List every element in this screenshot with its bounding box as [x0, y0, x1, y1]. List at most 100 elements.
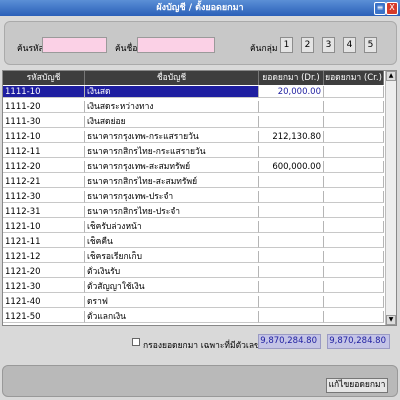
cell-name[interactable]: ธนาคารกสิกรไทย-กระแสรายวัน — [85, 146, 259, 158]
cell-name[interactable]: เช็ครับล่วงหน้า — [85, 221, 259, 233]
table-row[interactable]: 1121-10 เช็ครับล่วงหน้า — [3, 221, 384, 233]
cell-code[interactable]: 1112-31 — [3, 206, 85, 218]
cell-cr[interactable] — [324, 101, 384, 113]
cell-cr[interactable] — [324, 221, 384, 233]
cell-code[interactable]: 1121-50 — [3, 311, 85, 323]
table-row[interactable]: 1121-20 ตั๋วเงินรับ — [3, 266, 384, 278]
cell-code[interactable]: 1112-20 — [3, 161, 85, 173]
cell-code[interactable]: 1121-40 — [3, 296, 85, 308]
cell-cr[interactable] — [324, 266, 384, 278]
column-header-name[interactable]: ชื่อบัญชี — [85, 71, 259, 85]
edit-opening-balance-button[interactable]: แก้ไขยอดยกมา — [326, 378, 388, 393]
search-code-input[interactable] — [42, 37, 107, 53]
table-row[interactable]: 1111-20 เงินสดระหว่างทาง — [3, 101, 384, 113]
cell-dr[interactable] — [259, 221, 324, 233]
cell-dr[interactable] — [259, 191, 324, 203]
group-button-4[interactable]: 4 — [343, 37, 356, 53]
table-row[interactable]: 1111-10 เงินสด 20,000.00 — [3, 86, 384, 98]
group-button-2[interactable]: 2 — [301, 37, 314, 53]
group-button-5[interactable]: 5 — [364, 37, 377, 53]
search-name-input[interactable] — [137, 37, 215, 53]
table-row[interactable]: 1112-31 ธนาคารกสิกรไทย-ประจำ — [3, 206, 384, 218]
cell-code[interactable]: 1121-12 — [3, 251, 85, 263]
cell-dr[interactable]: 600,000.00 — [259, 161, 324, 173]
cell-name[interactable]: ตั๋วเงินรับ — [85, 266, 259, 278]
cell-dr[interactable] — [259, 146, 324, 158]
cell-dr[interactable]: 20,000.00 — [259, 86, 324, 98]
group-button-3[interactable]: 3 — [322, 37, 335, 53]
cell-code[interactable]: 1111-30 — [3, 116, 85, 128]
cell-cr[interactable] — [324, 296, 384, 308]
table-row[interactable]: 1112-20 ธนาคารกรุงเทพ-สะสมทรัพย์ 600,000.0… — [3, 161, 384, 173]
cell-cr[interactable] — [324, 251, 384, 263]
table-row[interactable]: 1121-30 ตั๋วสัญญาใช้เงิน — [3, 281, 384, 293]
search-code-label: ค้นรหัส — [17, 44, 44, 54]
menu-icon[interactable]: ≡ — [374, 2, 386, 15]
cell-name[interactable]: ธนาคารกสิกรไทย-สะสมทรัพย์ — [85, 176, 259, 188]
cell-cr[interactable] — [324, 86, 384, 98]
cell-dr[interactable] — [259, 266, 324, 278]
cell-name[interactable]: ตั๋วแลกเงิน — [85, 311, 259, 323]
column-header-code[interactable]: รหัสบัญชี — [3, 71, 85, 85]
cell-dr[interactable] — [259, 281, 324, 293]
column-header-dr[interactable]: ยอดยกมา (Dr.) — [259, 71, 324, 85]
cell-name[interactable]: เงินสด — [85, 86, 259, 98]
table-row[interactable]: 1121-12 เช็ครอเรียกเก็บ — [3, 251, 384, 263]
table-row[interactable]: 1112-10 ธนาคารกรุงเทพ-กระแสรายวัน 212,130.… — [3, 131, 384, 143]
table-row[interactable]: 1121-40 ดราฟ — [3, 296, 384, 308]
cell-cr[interactable] — [324, 281, 384, 293]
cell-code[interactable]: 1112-30 — [3, 191, 85, 203]
cell-name[interactable]: เงินสดระหว่างทาง — [85, 101, 259, 113]
cell-code[interactable]: 1121-20 — [3, 266, 85, 278]
cell-name[interactable]: เช็คคืน — [85, 236, 259, 248]
cell-cr[interactable] — [324, 191, 384, 203]
cell-name[interactable]: เช็ครอเรียกเก็บ — [85, 251, 259, 263]
column-header-cr[interactable]: ยอดยกมา (Cr.) — [324, 71, 384, 85]
cell-cr[interactable] — [324, 131, 384, 143]
cell-dr[interactable] — [259, 236, 324, 248]
cell-code[interactable]: 1112-21 — [3, 176, 85, 188]
cell-code[interactable]: 1112-11 — [3, 146, 85, 158]
table-row[interactable]: 1121-11 เช็คคืน — [3, 236, 384, 248]
cell-cr[interactable] — [324, 206, 384, 218]
cell-code[interactable]: 1112-10 — [3, 131, 85, 143]
table-row[interactable]: 1112-21 ธนาคารกสิกรไทย-สะสมทรัพย์ — [3, 176, 384, 188]
cell-dr[interactable] — [259, 296, 324, 308]
cell-code[interactable]: 1121-30 — [3, 281, 85, 293]
cell-name[interactable]: ธนาคารกรุงเทพ-สะสมทรัพย์ — [85, 161, 259, 173]
table-row[interactable]: 1112-11 ธนาคารกสิกรไทย-กระแสรายวัน — [3, 146, 384, 158]
table-row[interactable]: 1111-30 เงินสดย่อย — [3, 116, 384, 128]
cell-name[interactable]: ดราฟ — [85, 296, 259, 308]
cell-dr[interactable] — [259, 311, 324, 323]
table-row[interactable]: 1121-50 ตั๋วแลกเงิน — [3, 311, 384, 323]
scroll-down-icon[interactable]: ▼ — [386, 315, 396, 325]
cell-dr[interactable] — [259, 116, 324, 128]
cell-cr[interactable] — [324, 176, 384, 188]
filter-checkbox[interactable] — [132, 338, 140, 346]
table-row[interactable]: 1112-30 ธนาคารกรุงเทพ-ประจำ — [3, 191, 384, 203]
scroll-up-icon[interactable]: ▲ — [386, 71, 396, 81]
cell-code[interactable]: 1121-10 — [3, 221, 85, 233]
cell-cr[interactable] — [324, 311, 384, 323]
accounts-table[interactable]: รหัสบัญชี ชื่อบัญชี ยอดยกมา (Dr.) ยอดยกม… — [2, 70, 397, 326]
cell-cr[interactable] — [324, 161, 384, 173]
cell-code[interactable]: 1111-10 — [3, 86, 85, 98]
group-button-1[interactable]: 1 — [280, 37, 293, 53]
vertical-scrollbar[interactable]: ▲ ▼ — [385, 71, 396, 325]
cell-name[interactable]: ธนาคารกรุงเทพ-ประจำ — [85, 191, 259, 203]
cell-cr[interactable] — [324, 236, 384, 248]
cell-name[interactable]: ธนาคารกรุงเทพ-กระแสรายวัน — [85, 131, 259, 143]
cell-dr[interactable] — [259, 251, 324, 263]
cell-name[interactable]: ธนาคารกสิกรไทย-ประจำ — [85, 206, 259, 218]
cell-name[interactable]: เงินสดย่อย — [85, 116, 259, 128]
cell-code[interactable]: 1121-11 — [3, 236, 85, 248]
cell-name[interactable]: ตั๋วสัญญาใช้เงิน — [85, 281, 259, 293]
cell-code[interactable]: 1111-20 — [3, 101, 85, 113]
cell-cr[interactable] — [324, 146, 384, 158]
cell-dr[interactable] — [259, 101, 324, 113]
cell-dr[interactable]: 212,130.80 — [259, 131, 324, 143]
cell-dr[interactable] — [259, 176, 324, 188]
cell-dr[interactable] — [259, 206, 324, 218]
cell-cr[interactable] — [324, 116, 384, 128]
close-icon[interactable]: X — [386, 2, 398, 15]
